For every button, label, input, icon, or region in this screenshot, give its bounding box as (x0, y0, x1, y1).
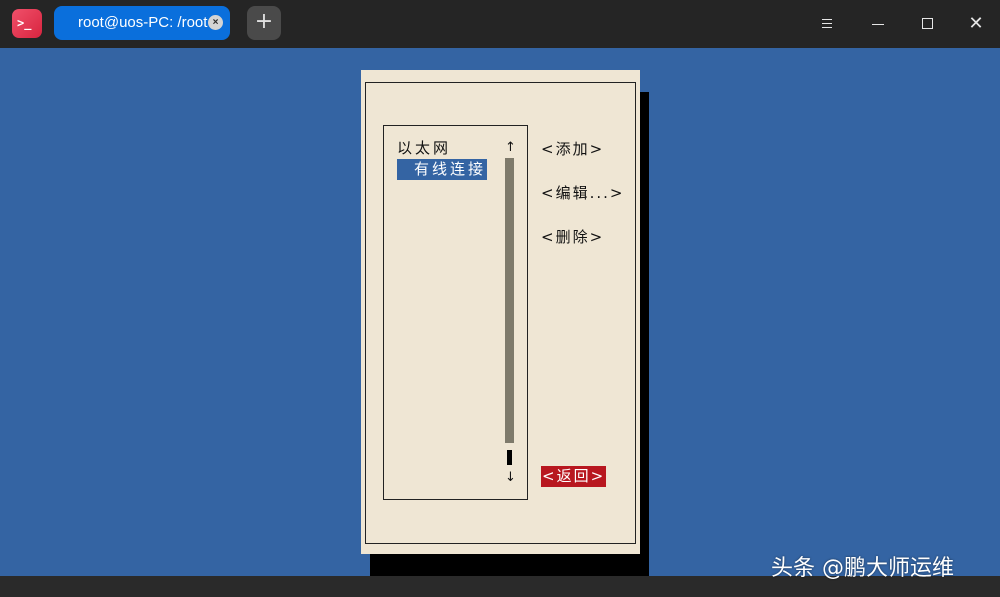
new-tab-button[interactable]: + (247, 6, 281, 40)
back-button[interactable]: <返回> (541, 466, 607, 487)
terminal-icon[interactable]: >_ (12, 9, 42, 38)
edit-button[interactable]: <编辑...> (541, 182, 624, 203)
menu-icon[interactable] (813, 10, 841, 38)
close-icon[interactable]: ✕ (962, 10, 990, 38)
list-category-ethernet: 以太网 (397, 139, 452, 157)
maximize-icon[interactable] (914, 10, 942, 38)
minimize-icon[interactable] (864, 10, 892, 38)
title-bar: >_ root@uos-PC: /root × + ✕ (0, 0, 1000, 48)
watermark: 头条 @鹏大师运维 (771, 556, 954, 581)
scroll-up-icon[interactable]: ↑ (505, 140, 516, 155)
scroll-down-icon[interactable]: ↓ (505, 470, 516, 485)
scrollbar-track[interactable] (505, 158, 514, 443)
tab-terminal[interactable]: root@uos-PC: /root × (54, 6, 230, 40)
scrollbar-thumb[interactable] (507, 450, 512, 465)
add-button[interactable]: <添加> (541, 138, 604, 159)
tab-close-icon[interactable]: × (208, 15, 223, 30)
tab-title: root@uos-PC: /root (78, 14, 208, 31)
delete-button[interactable]: <删除> (541, 226, 604, 247)
list-item-wired-connection[interactable]: 有线连接 (397, 159, 487, 180)
